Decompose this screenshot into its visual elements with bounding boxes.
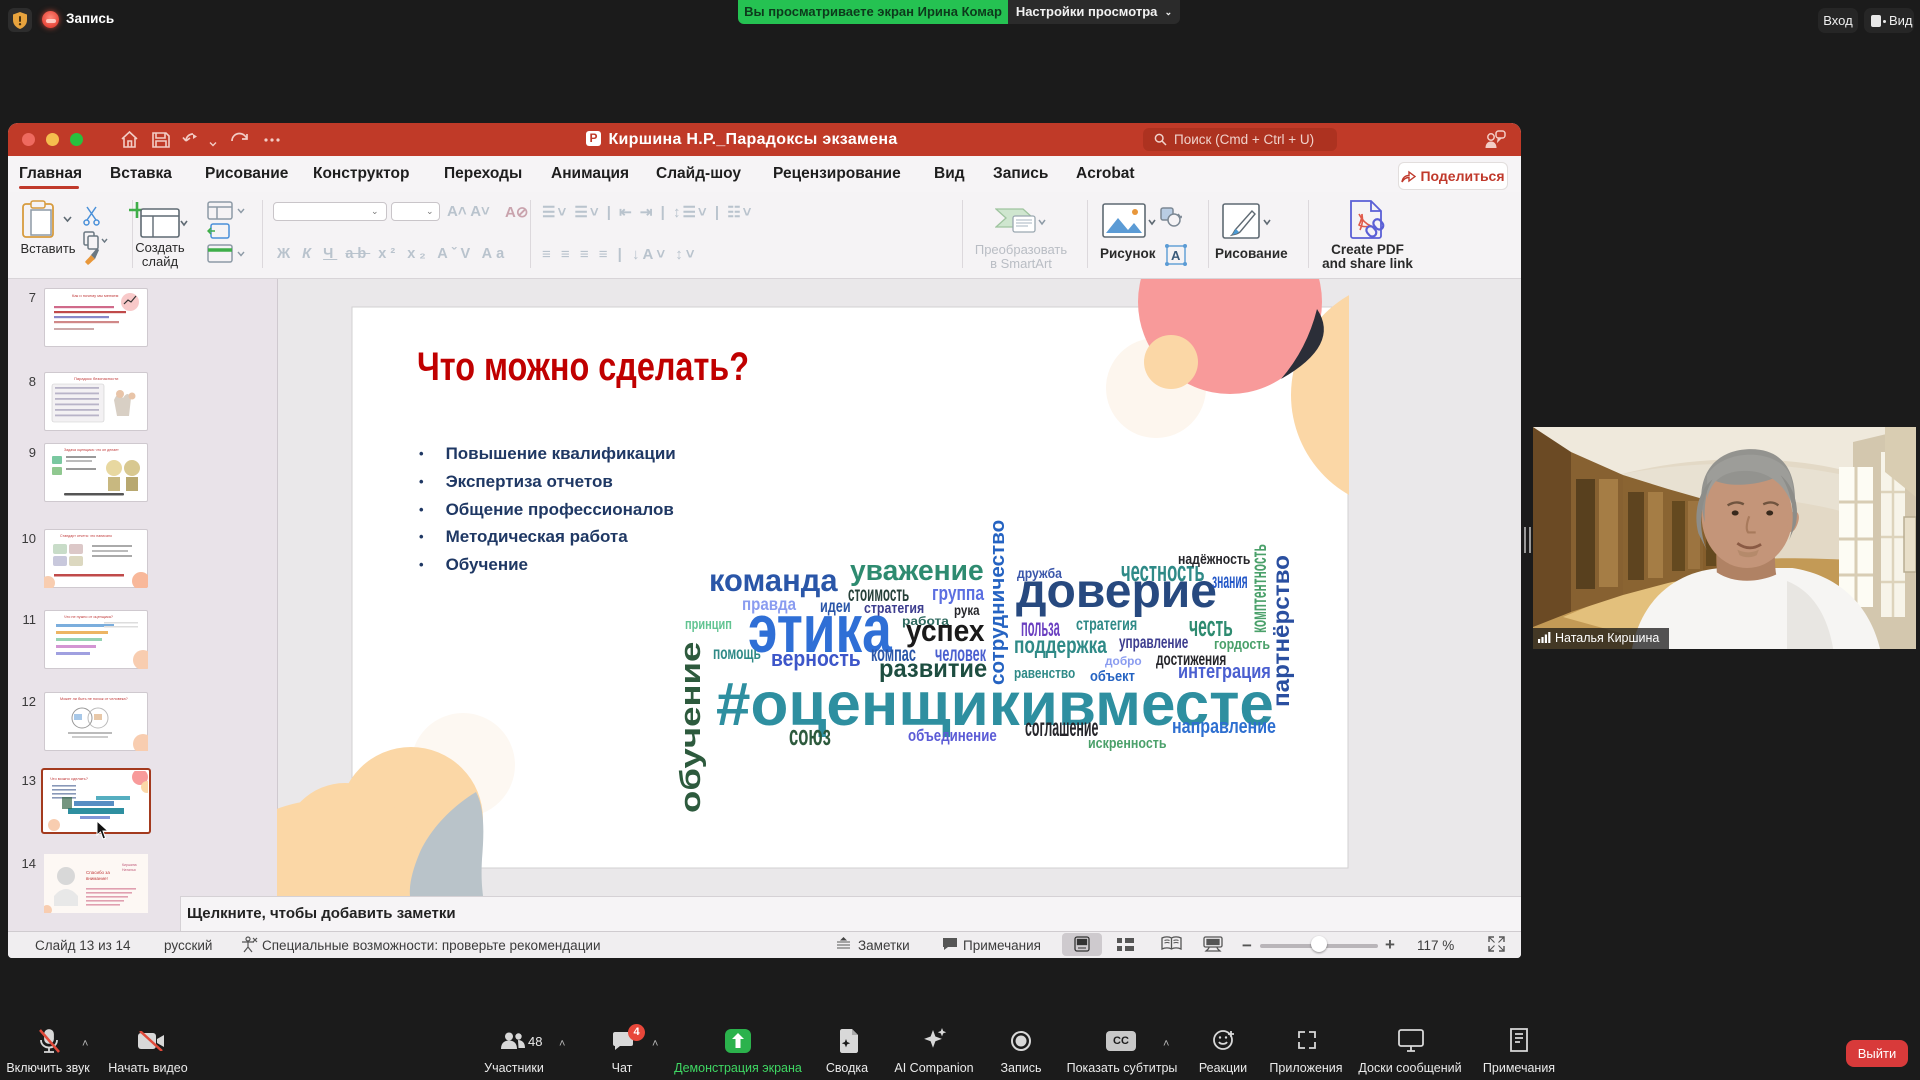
svg-text:Может ли быть не похож от чело: Может ли быть не похож от человека? [60,697,128,701]
svg-text:Что не нужно от оценщика?: Что не нужно от оценщика? [64,615,113,619]
svg-text:внимание!: внимание! [86,876,108,881]
svg-text:Наталья: Наталья [122,868,136,872]
svg-text:A: A [1171,248,1181,263]
svg-text:Как и почему мы меняем: Как и почему мы меняем [72,293,119,298]
svg-text:Киршина: Киршина [122,863,137,867]
svg-text:Спасибо за: Спасибо за [86,870,110,875]
svg-text:Задача оценщика: что он делает: Задача оценщика: что он делает [64,448,119,452]
svg-text:Что можно сделать?: Что можно сделать? [50,776,89,781]
svg-text:Стандарт отчета: что написано: Стандарт отчета: что написано [60,534,112,538]
svg-text:Парадокс безопасности: Парадокс безопасности [74,376,118,381]
